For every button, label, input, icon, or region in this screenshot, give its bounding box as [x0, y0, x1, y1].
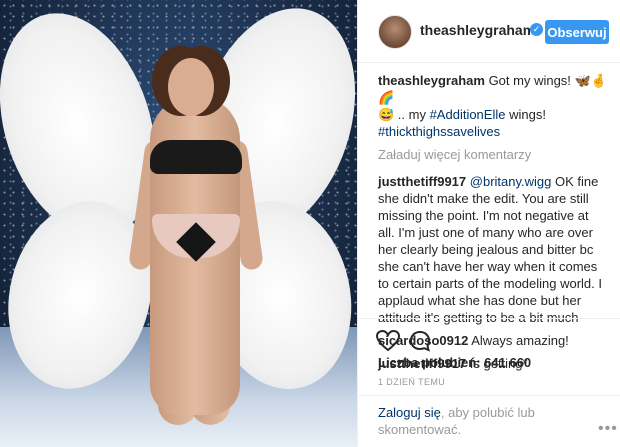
post-image[interactable]: [0, 0, 357, 447]
author-username[interactable]: theashleygraham: [420, 22, 535, 38]
comment-mention[interactable]: @britany.wigg: [470, 174, 552, 189]
login-link[interactable]: Zaloguj się: [378, 405, 441, 420]
hashtag-thickthighssavelives[interactable]: #thickthighssavelives: [378, 124, 500, 139]
comment-icon[interactable]: [408, 329, 432, 358]
more-options-icon[interactable]: •••: [598, 420, 618, 438]
post-header: theashleygraham ✓ Obserwuj: [358, 0, 620, 63]
comment-text: OK fine she didn't make the edit. You ar…: [378, 174, 603, 325]
caption-username[interactable]: theashleygraham: [378, 73, 485, 88]
caption-text-3: wings!: [505, 107, 546, 122]
follow-button[interactable]: Obserwuj: [545, 20, 609, 44]
post-timestamp: 1 DZIEŃ TEMU: [378, 377, 446, 387]
caption-text-2: 😅 .. my: [378, 107, 430, 122]
model-bra: [150, 140, 242, 174]
divider: [358, 395, 620, 396]
likes-count[interactable]: Liczba polubień: 641 660: [378, 355, 531, 370]
model-head: [168, 58, 214, 116]
author-avatar[interactable]: [378, 15, 412, 49]
caption: theashleygraham Got my wings! 🦋🤞🌈 😅 .. m…: [378, 72, 608, 140]
login-prompt: Zaloguj się, aby polubić lub skomentować…: [378, 404, 603, 438]
load-more-comments[interactable]: Załaduj więcej komentarzy: [378, 146, 608, 163]
hashtag-additionelle[interactable]: #AdditionElle: [430, 107, 506, 122]
heart-icon[interactable]: [375, 329, 401, 358]
comment-item: justthetiff9917 @britany.wigg OK fine sh…: [378, 173, 608, 326]
comment-username[interactable]: justthetiff9917: [378, 174, 466, 189]
post-sidebar: theashleygraham ✓ Obserwuj theashleygrah…: [357, 0, 620, 447]
post-actions: Liczba polubień: 641 660 1 DZIEŃ TEMU Za…: [358, 318, 620, 439]
verified-badge-icon: ✓: [530, 23, 543, 36]
